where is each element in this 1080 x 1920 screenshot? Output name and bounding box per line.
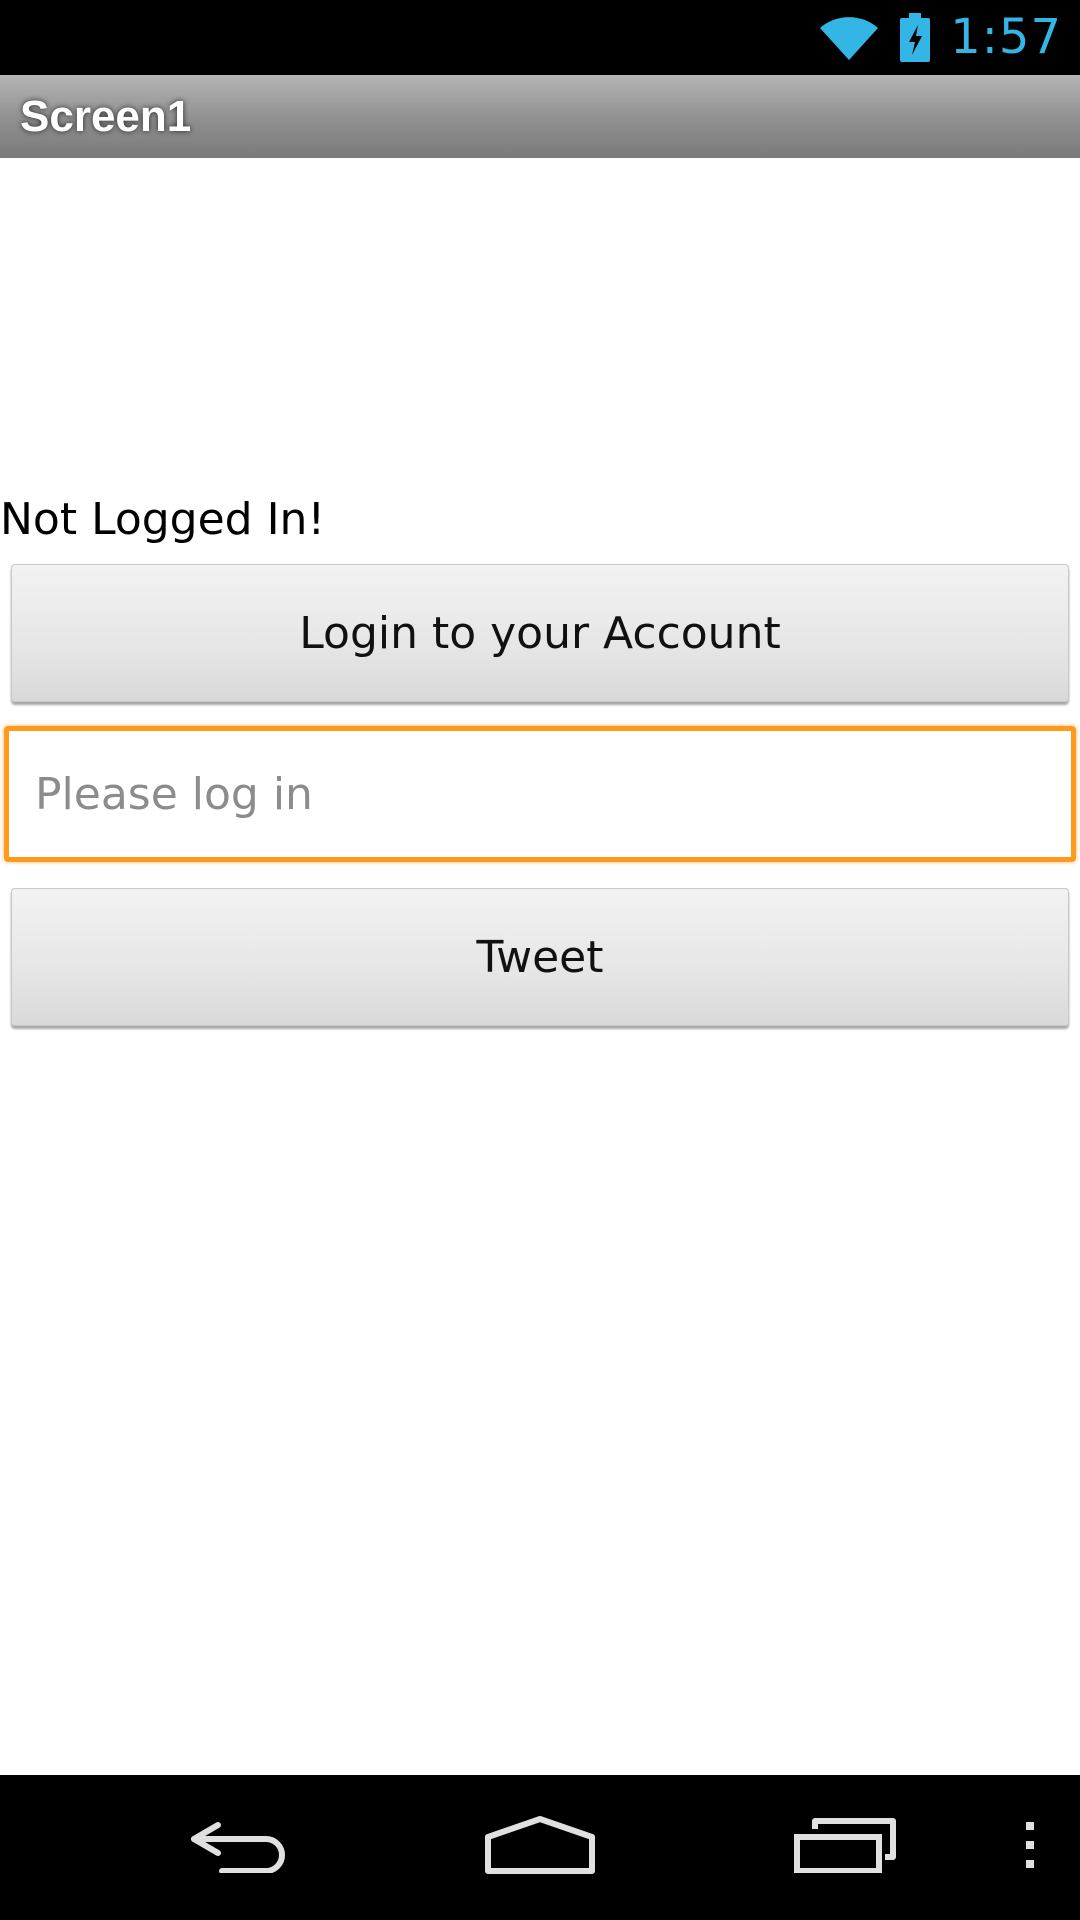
tweet-button[interactable]: Tweet [11, 888, 1069, 1026]
login-button[interactable]: Login to your Account [11, 564, 1069, 702]
back-icon [188, 1817, 292, 1878]
overflow-menu-button[interactable] [1000, 1775, 1060, 1920]
status-bar: 1:57 [0, 0, 1080, 75]
back-button[interactable] [170, 1775, 310, 1920]
title-bar: Screen1 [0, 75, 1080, 158]
clock: 1:57 [950, 9, 1062, 65]
home-button[interactable] [470, 1775, 610, 1920]
navigation-bar [0, 1775, 1080, 1920]
battery-charging-icon [898, 12, 932, 63]
main-content: Not Logged In! Login to your Account Twe… [0, 158, 1080, 1775]
overflow-menu-icon [1022, 1820, 1038, 1875]
home-icon [484, 1815, 596, 1880]
recents-button[interactable] [775, 1775, 915, 1920]
login-status-label: Not Logged In! [0, 494, 326, 545]
tweet-text-input[interactable] [4, 726, 1076, 862]
status-indicators: 1:57 [818, 0, 1062, 75]
wifi-icon [818, 14, 880, 62]
screen-title: Screen1 [20, 92, 192, 141]
recents-icon [793, 1817, 897, 1878]
